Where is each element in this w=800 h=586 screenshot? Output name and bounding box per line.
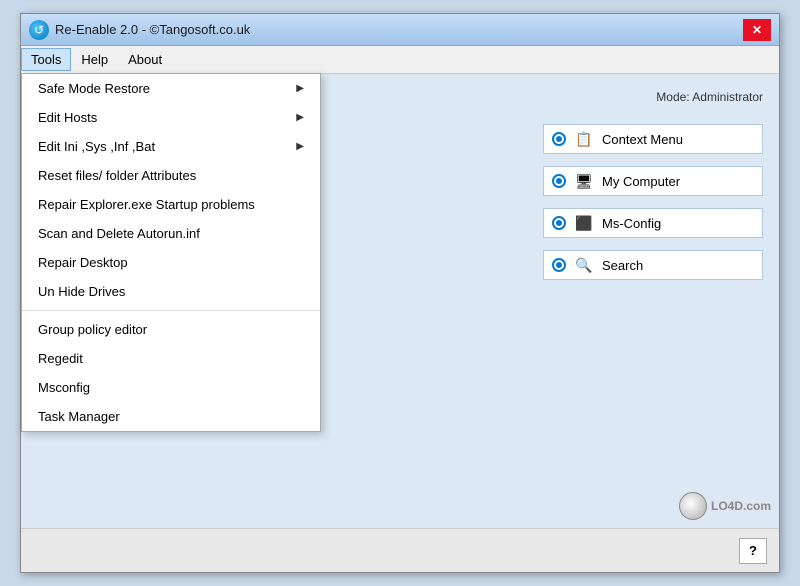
menu-item-safe-mode-label: Safe Mode Restore (38, 81, 150, 96)
main-window: Re-Enable 2.0 - ©Tangosoft.co.uk ✕ Tools… (20, 13, 780, 573)
menu-item-scan-autorun[interactable]: Scan and Delete Autorun.inf (22, 219, 320, 248)
menu-item-task-manager-label: Task Manager (38, 409, 120, 424)
menu-item-repair-explorer-label: Repair Explorer.exe Startup problems (38, 197, 255, 212)
radio-label-msconfig: Ms-Config (602, 216, 661, 231)
menu-item-task-manager[interactable]: Task Manager (22, 402, 320, 431)
menu-item-repair-explorer[interactable]: Repair Explorer.exe Startup problems (22, 190, 320, 219)
menu-bar: Tools Help About Safe Mode Restore ▶ Edi… (21, 46, 779, 74)
submenu-arrow: ▶ (296, 112, 304, 123)
radio-label-search: Search (602, 258, 643, 273)
menu-item-reset-files[interactable]: Reset files/ folder Attributes (22, 161, 320, 190)
watermark-logo (679, 492, 707, 520)
radio-label-context: Context Menu (602, 132, 683, 147)
menu-item-unhide-drives-label: Un Hide Drives (38, 284, 125, 299)
radio-label-computer: My Computer (602, 174, 680, 189)
menu-help[interactable]: Help (71, 48, 118, 71)
menu-item-reset-files-label: Reset files/ folder Attributes (38, 168, 196, 183)
title-bar-left: Re-Enable 2.0 - ©Tangosoft.co.uk (29, 20, 250, 40)
submenu-arrow: ▶ (296, 141, 304, 152)
menu-tools[interactable]: Tools (21, 48, 71, 71)
radio-context-menu[interactable]: 📋 Context Menu (543, 124, 763, 154)
close-button[interactable]: ✕ (743, 19, 771, 41)
menu-about[interactable]: About (118, 48, 172, 71)
menu-item-edit-hosts[interactable]: Edit Hosts ▶ (22, 103, 320, 132)
mode-label: Mode: Administrator (543, 90, 763, 104)
bottom-bar: ? (21, 528, 779, 572)
radio-circle-search (552, 258, 566, 272)
menu-item-regedit-label: Regedit (38, 351, 83, 366)
right-panel: Mode: Administrator 📋 Context Menu 🖥 My … (543, 90, 763, 280)
menu-item-scan-autorun-label: Scan and Delete Autorun.inf (38, 226, 200, 241)
my-computer-icon: 🖥 (574, 173, 594, 189)
radio-msconfig[interactable]: ⬛ Ms-Config (543, 208, 763, 238)
radio-circle-msconfig (552, 216, 566, 230)
radio-my-computer[interactable]: 🖥 My Computer (543, 166, 763, 196)
menu-item-unhide-drives[interactable]: Un Hide Drives (22, 277, 320, 306)
menu-item-edit-ini[interactable]: Edit Ini ,Sys ,Inf ,Bat ▶ (22, 132, 320, 161)
radio-circle-context (552, 132, 566, 146)
help-button[interactable]: ? (739, 538, 767, 564)
menu-item-safe-mode[interactable]: Safe Mode Restore ▶ (22, 74, 320, 103)
menu-item-msconfig[interactable]: Msconfig (22, 373, 320, 402)
menu-item-msconfig-label: Msconfig (38, 380, 90, 395)
msconfig-icon: ⬛ (574, 215, 594, 231)
radio-search[interactable]: 🔍 Search (543, 250, 763, 280)
menu-item-repair-desktop[interactable]: Repair Desktop (22, 248, 320, 277)
app-icon (29, 20, 49, 40)
watermark: LO4D.com (679, 492, 771, 520)
menu-item-edit-hosts-label: Edit Hosts (38, 110, 97, 125)
submenu-arrow: ▶ (296, 83, 304, 94)
menu-separator (22, 310, 320, 311)
context-menu-icon: 📋 (574, 131, 594, 147)
menu-item-group-policy-label: Group policy editor (38, 322, 147, 337)
radio-circle-computer (552, 174, 566, 188)
window-title: Re-Enable 2.0 - ©Tangosoft.co.uk (55, 22, 250, 37)
search-icon: 🔍 (574, 257, 594, 273)
menu-item-edit-ini-label: Edit Ini ,Sys ,Inf ,Bat (38, 139, 155, 154)
menu-item-repair-desktop-label: Repair Desktop (38, 255, 128, 270)
title-bar: Re-Enable 2.0 - ©Tangosoft.co.uk ✕ (21, 14, 779, 46)
watermark-text: LO4D.com (711, 499, 771, 513)
tools-dropdown: Safe Mode Restore ▶ Edit Hosts ▶ Edit In… (21, 73, 321, 432)
menu-item-group-policy[interactable]: Group policy editor (22, 315, 320, 344)
menu-item-regedit[interactable]: Regedit (22, 344, 320, 373)
